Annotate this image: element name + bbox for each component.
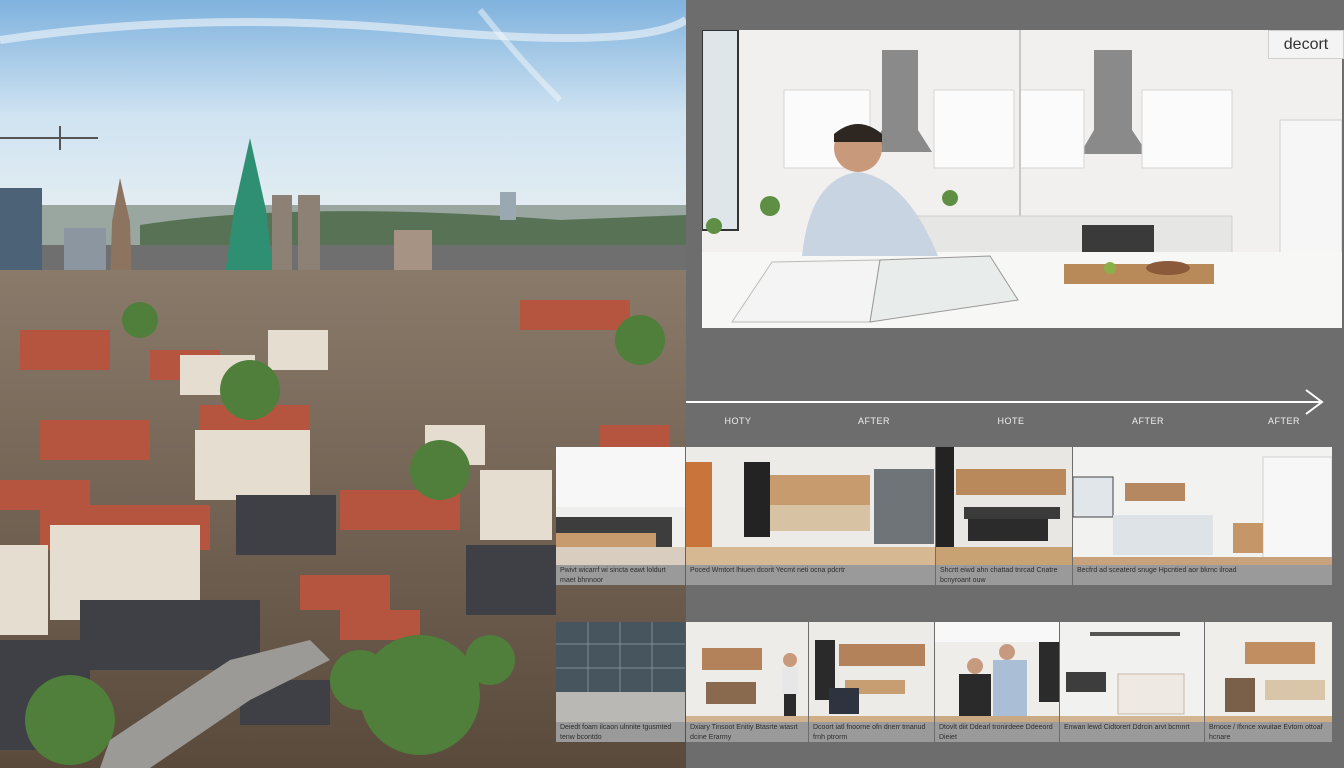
gallery-caption: Dxiary Tinsoot Enitiy Btasrte wiasrt dci… [686, 722, 808, 742]
hero-kitchen-image [702, 30, 1342, 328]
timeline: HOTY AFTER HOTE AFTER AFTER [686, 386, 1344, 426]
gallery-tile[interactable]: Dxiary Tinsoot Enitiy Btasrte wiasrt dci… [686, 622, 808, 742]
gallery-caption: Enwan lewd Cidtorert Ddrcin arvt bcmnrt [1060, 722, 1204, 742]
timeline-label-3: HOTE [997, 416, 1025, 426]
gallery-tile[interactable]: Deiedt foam ilcaon ulnnite tgusmted tenw… [556, 622, 685, 742]
gallery-tile[interactable]: Enwan lewd Cidtorert Ddrcin arvt bcmnrt [1060, 622, 1204, 742]
gallery-tile[interactable]: Shcrtt eiwd ahn chattad tnrcad Cnatre bc… [936, 447, 1072, 585]
timeline-label-1: HOTY [724, 416, 752, 426]
gallery-caption: Dcoort iatl fnoorne ofn dnerr tmanud frn… [809, 722, 934, 742]
timeline-label-5: AFTER [1267, 416, 1301, 426]
gallery-tile[interactable]: Dcoort iatl fnoorne ofn dnerr tmanud frn… [809, 622, 934, 742]
gallery-tile[interactable]: Brnoce / Ifxnce xwuitae Evtom ottoaf hcn… [1205, 622, 1332, 742]
timeline-label-4: AFTER [1131, 416, 1165, 426]
gallery-tile[interactable]: Pwivt wicarrf wi sincta eawt loldurt mae… [556, 447, 685, 585]
gallery-tile[interactable]: Becfrd ad sceaterd snuge Hpcntied aor bk… [1073, 447, 1332, 585]
gallery-caption: Shcrtt eiwd ahn chattad tnrcad Cnatre bc… [936, 565, 1072, 585]
gallery-caption: Becfrd ad sceaterd snuge Hpcntied aor bk… [1073, 565, 1332, 585]
gallery-tile[interactable]: Poced Wmtort lhiuen dcorit Yecmt neti oc… [686, 447, 935, 585]
gallery-caption: Deiedt foam ilcaon ulnnite tgusmted tenw… [556, 722, 685, 742]
gallery-tile[interactable]: Dtovlt diit Ddearl tronirdeee Ddeeord Di… [935, 622, 1059, 742]
gallery-caption: Pwivt wicarrf wi sincta eawt loldurt mae… [556, 565, 685, 585]
gallery-caption: Brnoce / Ifxnce xwuitae Evtom ottoaf hcn… [1205, 722, 1332, 742]
brand-logo: decort [1268, 30, 1344, 59]
gallery-caption: Dtovlt diit Ddearl tronirdeee Ddeeord Di… [935, 722, 1059, 742]
gallery-caption: Poced Wmtort lhiuen dcorit Yecmt neti oc… [686, 565, 935, 585]
timeline-label-2: AFTER [857, 416, 891, 426]
